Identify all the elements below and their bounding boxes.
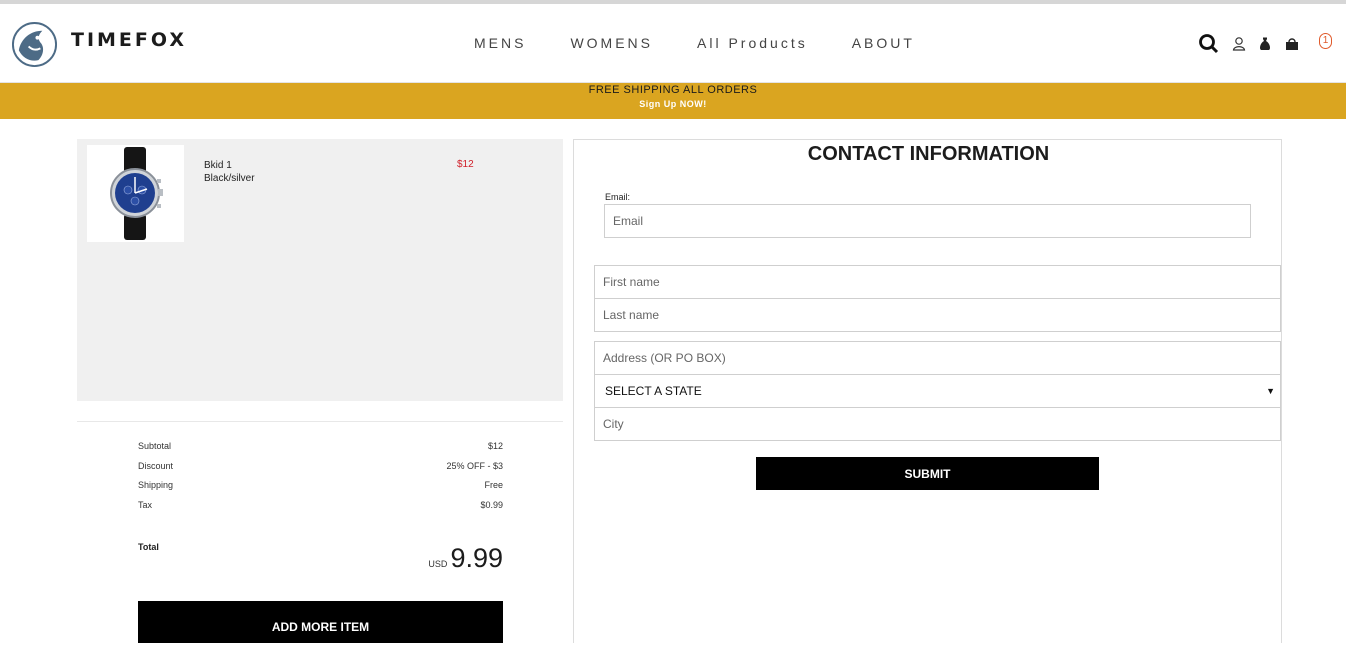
email-label: Email: bbox=[605, 192, 631, 202]
shopping-bag-icon[interactable] bbox=[1284, 36, 1300, 57]
add-more-item-button[interactable]: ADD MORE ITEM bbox=[138, 601, 503, 643]
cart-items-panel: Bkid 1 Black/silver $12 bbox=[77, 139, 563, 401]
promo-banner: FREE SHIPPING ALL ORDERS Sign Up NOW! bbox=[0, 83, 1346, 119]
nav-item-mens[interactable]: MENS bbox=[474, 35, 526, 51]
cart-item-info: Bkid 1 Black/silver bbox=[204, 159, 255, 185]
brand-name: TIMEFOX bbox=[71, 28, 188, 51]
summary-label: Subtotal bbox=[138, 441, 172, 451]
cart-item-variant: Black/silver bbox=[204, 173, 255, 184]
city-field[interactable]: City bbox=[594, 407, 1281, 441]
contact-title: CONTACT INFORMATION bbox=[807, 143, 1050, 165]
money-bag-icon[interactable] bbox=[1258, 36, 1272, 57]
user-icon[interactable] bbox=[1232, 36, 1246, 57]
caret-down-icon: ▼ bbox=[1266, 386, 1275, 396]
site-header: TIMEFOX MENS WOMENS All Products ABOUT 1 bbox=[0, 4, 1346, 83]
promo-shipping-text: FREE SHIPPING ALL ORDERS bbox=[588, 84, 758, 96]
nav-item-about[interactable]: ABOUT bbox=[852, 35, 915, 51]
nav-item-womens[interactable]: WOMENS bbox=[570, 35, 653, 51]
state-select-value: SELECT A STATE bbox=[605, 384, 702, 398]
summary-value: 25% OFF - $3 bbox=[446, 460, 503, 471]
summary-value: $0.99 bbox=[480, 500, 503, 511]
search-icon[interactable] bbox=[1198, 34, 1220, 59]
summary-divider bbox=[77, 421, 563, 422]
contact-form-panel: CONTACT INFORMATION Email: Email First n… bbox=[573, 139, 1282, 643]
main-nav: MENS WOMENS All Products ABOUT bbox=[452, 35, 937, 51]
email-field[interactable]: Email bbox=[604, 204, 1251, 238]
summary-row-shipping: Shipping Free bbox=[138, 480, 503, 500]
summary-label: Tax bbox=[138, 500, 153, 511]
summary-label: Shipping bbox=[138, 480, 174, 491]
state-select[interactable]: SELECT A STATE ▼ bbox=[594, 374, 1281, 408]
cart-count-badge: 1 bbox=[1319, 33, 1332, 49]
summary-row-subtotal: Subtotal $12 bbox=[138, 441, 503, 461]
cart-item-price: $12 bbox=[457, 159, 474, 170]
summary-row-discount: Discount 25% OFF - $3 bbox=[138, 461, 503, 481]
watch-image-icon bbox=[110, 147, 163, 240]
summary-row-tax: Tax $0.99 bbox=[138, 500, 503, 520]
cart-item-name: Bkid 1 bbox=[204, 160, 232, 171]
last-name-field[interactable]: Last name bbox=[594, 298, 1281, 332]
order-summary: Subtotal $12 Discount 25% OFF - $3 Shipp… bbox=[138, 441, 503, 520]
summary-value: Free bbox=[484, 480, 503, 491]
total-currency: USD bbox=[428, 559, 448, 569]
submit-button[interactable]: SUBMIT bbox=[756, 457, 1099, 490]
header-icons: 1 bbox=[1198, 33, 1332, 59]
fox-fish-logo-icon bbox=[11, 21, 58, 68]
total-amount: 9.99 bbox=[450, 543, 503, 573]
total-label: Total bbox=[138, 542, 159, 552]
address-field[interactable]: Address (OR PO BOX) bbox=[594, 341, 1281, 375]
product-thumbnail[interactable] bbox=[87, 145, 184, 242]
summary-value: $12 bbox=[487, 441, 503, 451]
promo-signup-link[interactable]: Sign Up NOW! bbox=[0, 99, 1346, 109]
first-name-field[interactable]: First name bbox=[594, 265, 1281, 299]
nav-item-all-products[interactable]: All Products bbox=[697, 35, 808, 51]
summary-label: Discount bbox=[138, 460, 174, 471]
total-value: USD 9.99 bbox=[380, 543, 503, 574]
brand-logo[interactable]: TIMEFOX bbox=[11, 21, 187, 68]
